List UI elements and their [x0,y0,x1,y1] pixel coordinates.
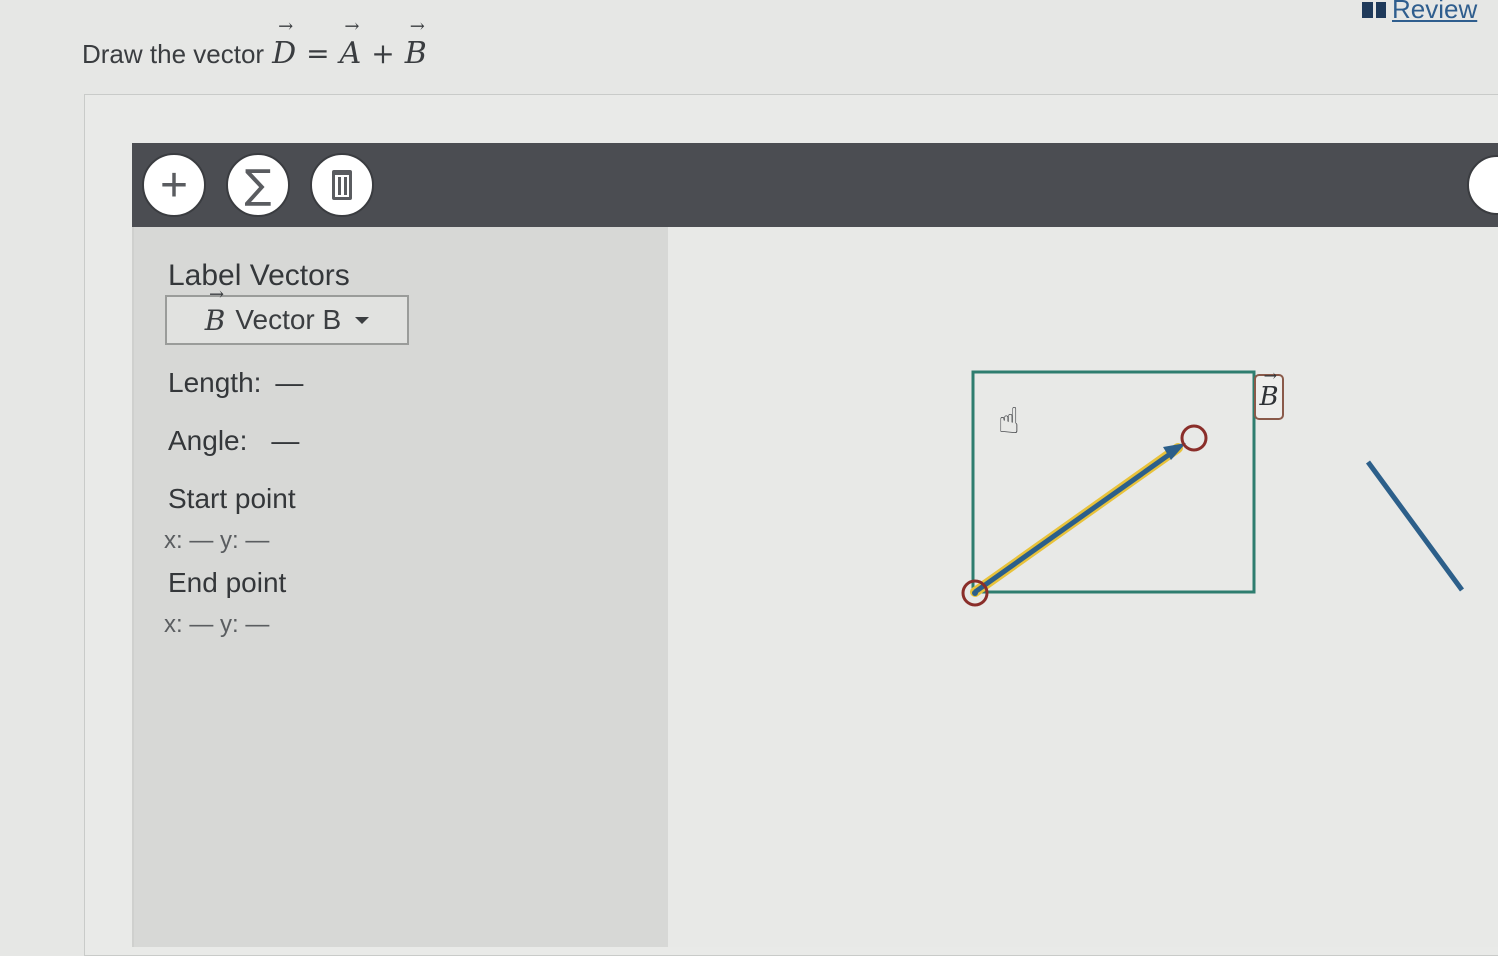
vector-b-tag[interactable]: B [1254,374,1284,420]
vector-graph [961,370,1465,607]
hand-pointer-icon: ☝ [998,400,1020,441]
vector-b-tag-symbol: B [1259,382,1278,412]
vector-start-dot [972,590,978,596]
vector-end-handle[interactable] [1180,424,1208,452]
vector-b-line[interactable] [973,451,1172,595]
vector-partial-line[interactable] [1365,460,1465,592]
